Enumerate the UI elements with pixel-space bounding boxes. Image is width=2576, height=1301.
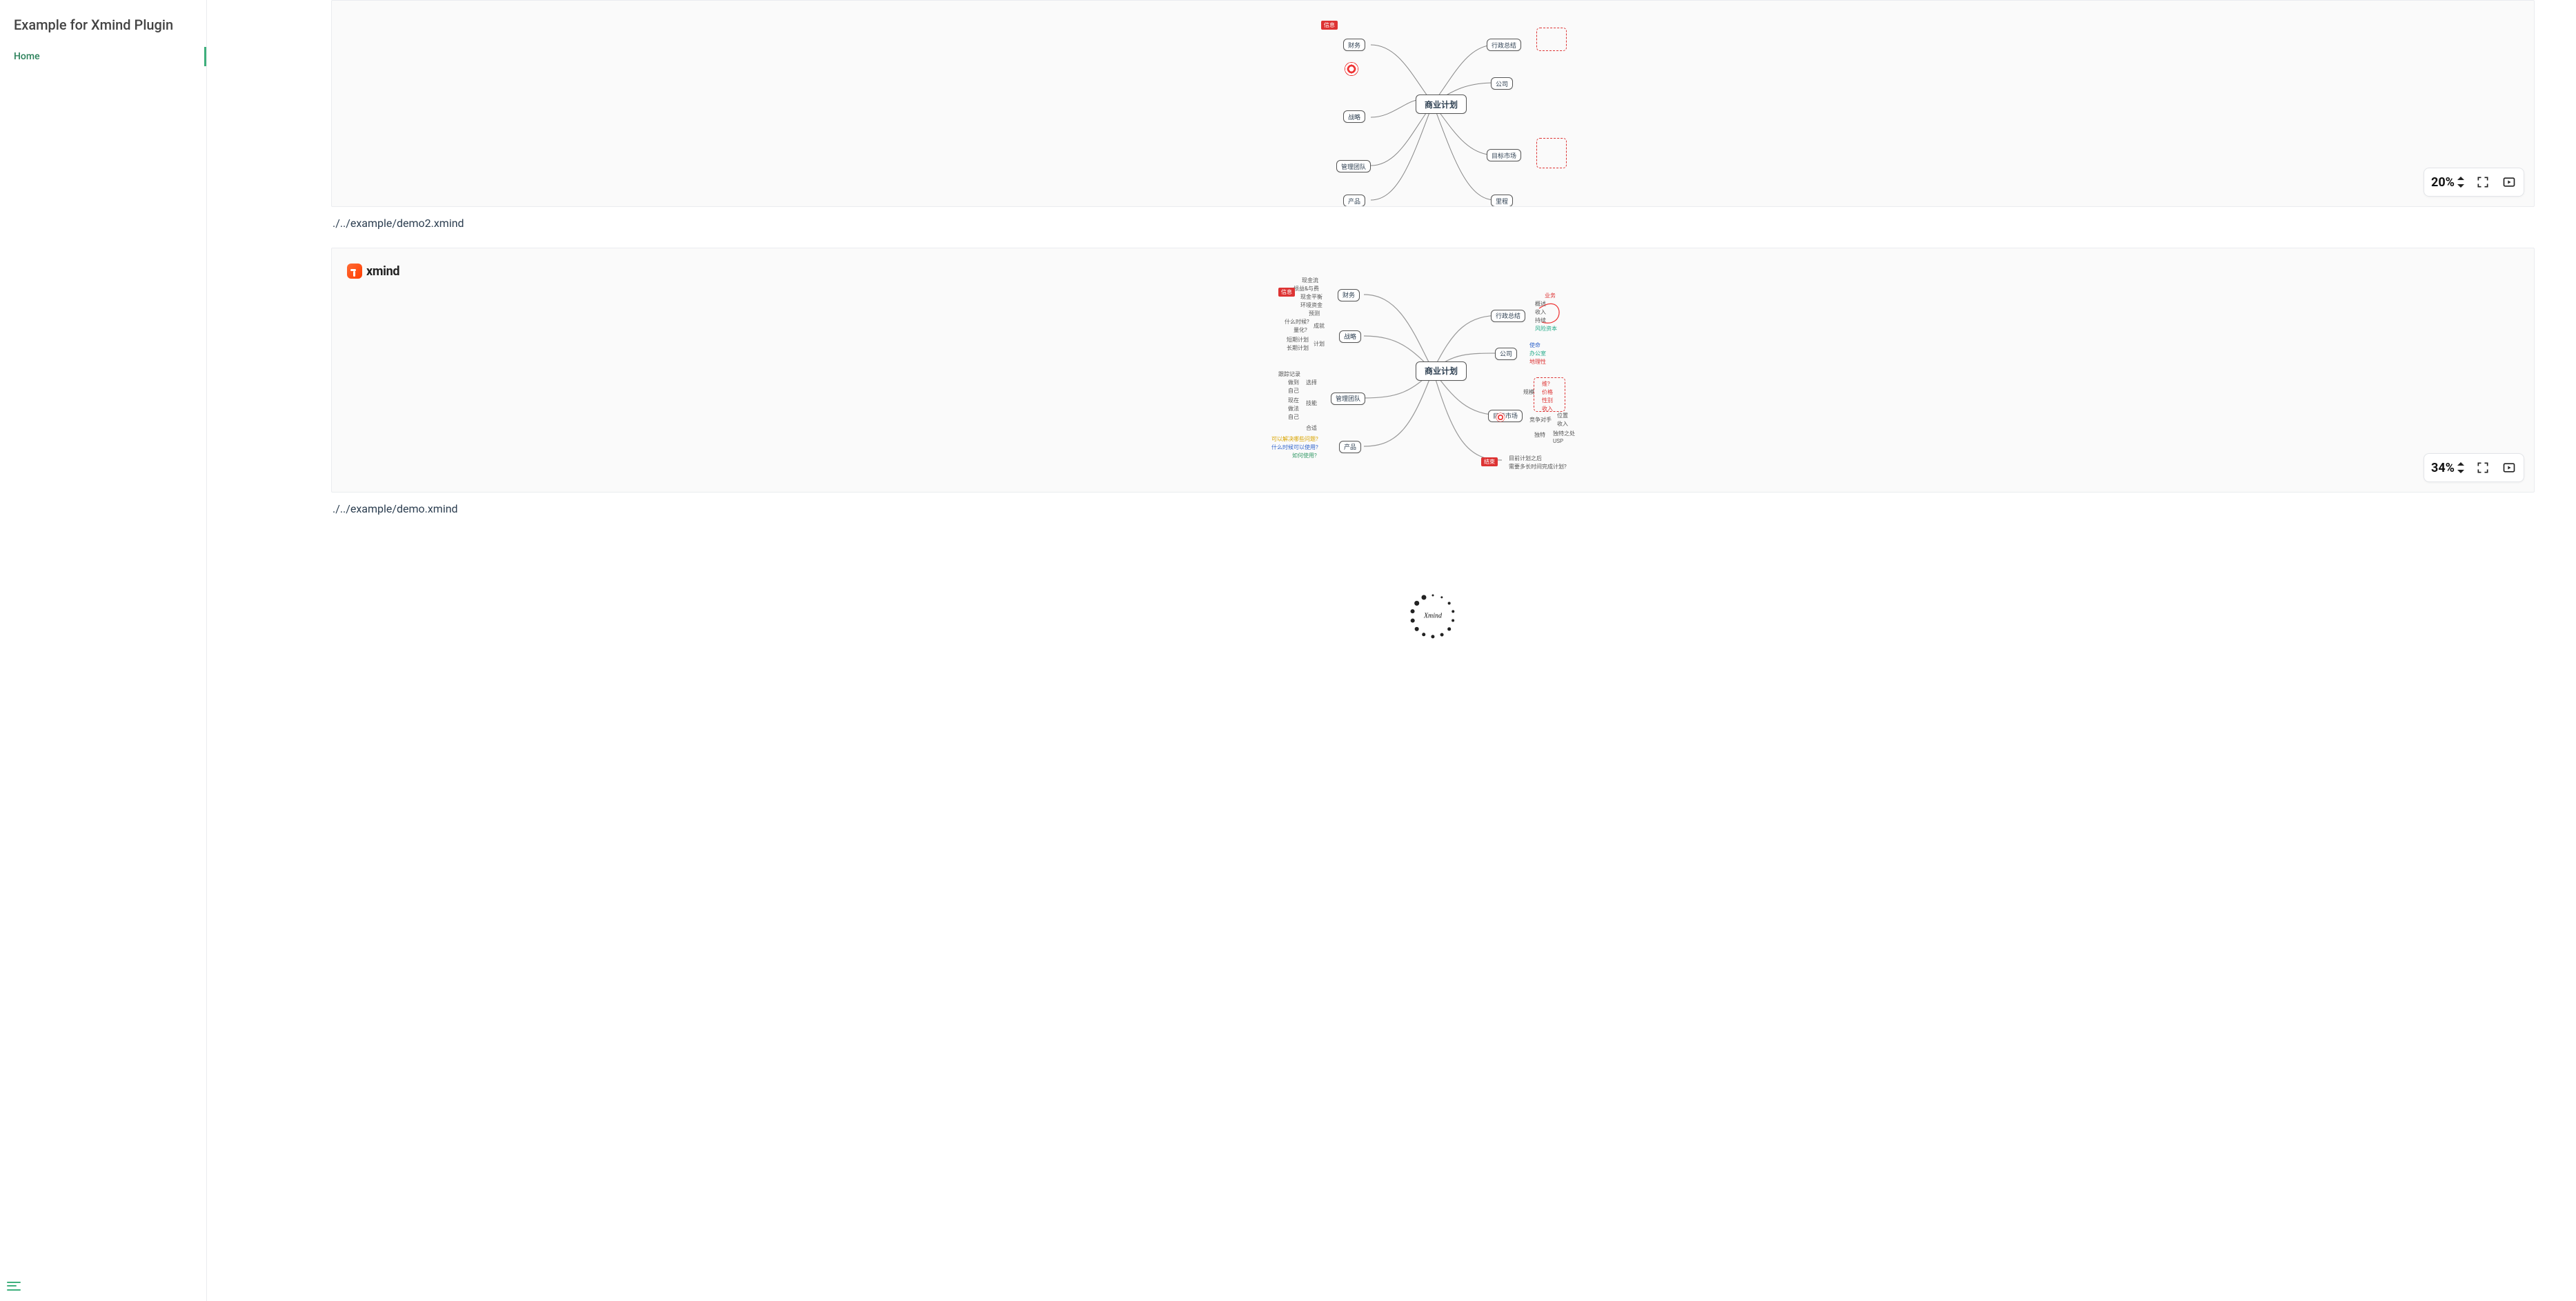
mindmap-root-node: 商业计划 xyxy=(1416,361,1467,381)
mindmap-leaf: 持续 xyxy=(1535,317,1546,324)
mindmap-root-node: 商业计划 xyxy=(1416,95,1467,114)
mindmap-leaf: 做到 xyxy=(1288,379,1299,386)
mindmap-leaf: 合适 xyxy=(1306,424,1317,432)
mindmap-node: 财务 xyxy=(1338,289,1360,301)
mindmap-leaf: 预测 xyxy=(1309,310,1320,317)
mindmap-node: 战略 xyxy=(1343,110,1365,123)
mindmap-node: 管理团队 xyxy=(1331,393,1365,405)
fullscreen-button[interactable] xyxy=(2475,175,2490,190)
mindmap-leaf: 现金流 xyxy=(1302,277,1318,284)
xmind-logo-text: xmind xyxy=(366,264,399,279)
mindmap-leaf: 收入 xyxy=(1557,420,1568,428)
mindmap-leaf: 竞争对手 xyxy=(1529,416,1552,424)
mindmap-leaf: 现金平衡 xyxy=(1300,293,1322,301)
zoom-control[interactable]: 34% xyxy=(2431,461,2464,475)
mindmap-leaf: 业务 xyxy=(1545,292,1556,299)
xmind-viewer-2[interactable]: xmind xyxy=(331,248,2535,493)
mindmap-leaf: 办公室 xyxy=(1529,350,1546,357)
mindmap-node: 管理团队 xyxy=(1336,160,1371,172)
mindmap-leaf: 收入 xyxy=(1535,308,1546,316)
chevron-updown-icon xyxy=(2457,177,2464,188)
viewer-toolbar: 20% xyxy=(2424,168,2524,197)
mindmap-node: 里程 xyxy=(1491,195,1513,206)
mindmap-leaf: 需要多长时间完成计划? xyxy=(1509,463,1567,470)
mindmap-leaf: 维? xyxy=(1542,380,1550,388)
chevron-updown-icon xyxy=(2457,462,2464,473)
mindmap-leaf: 计划 xyxy=(1314,340,1325,348)
mindmap-node: 产品 xyxy=(1343,195,1365,206)
mindmap-leaf: 损益&与费 xyxy=(1294,285,1319,292)
sidebar-item-home[interactable]: Home xyxy=(0,47,206,66)
mindmap-leaf: USP xyxy=(1553,438,1563,444)
viewer-caption: ./../example/demo.xmind xyxy=(333,502,2535,515)
mindmap-leaf: 规模 xyxy=(1523,388,1534,396)
xmind-viewer-loading: Xmind xyxy=(331,533,2535,699)
mindmap-node: 行政总结 xyxy=(1491,310,1525,322)
fullscreen-button[interactable] xyxy=(2475,460,2490,475)
target-icon xyxy=(1496,413,1505,421)
mindmap-tag: 信息 xyxy=(1278,288,1295,297)
viewer-toolbar: 34% xyxy=(2424,453,2524,482)
xmind-logo-icon xyxy=(347,264,362,279)
mindmap-leaf: 风险资本 xyxy=(1535,325,1557,332)
mindmap-node: 战略 xyxy=(1339,330,1361,343)
mindmap-dashed-box xyxy=(1536,138,1567,168)
mindmap-leaf: 性别 xyxy=(1542,397,1553,404)
mindmap-leaf: 概述 xyxy=(1535,300,1546,308)
viewer-caption: ./../example/demo2.xmind xyxy=(333,217,2535,230)
mindmap-leaf: 成就 xyxy=(1314,322,1325,330)
mindmap-leaf: 价格 xyxy=(1542,388,1553,396)
xmind-brand: xmind xyxy=(347,264,399,279)
mindmap-leaf: 短期计划 xyxy=(1287,336,1309,344)
mindmap-leaf: 使命 xyxy=(1529,341,1540,349)
mindmap-leaf: 可以解决哪些问题? xyxy=(1271,435,1318,443)
mindmap-leaf: 什么时候可以使用? xyxy=(1271,444,1318,451)
page-title: Example for Xmind Plugin xyxy=(0,17,206,47)
presentation-button[interactable] xyxy=(2501,175,2517,190)
mindmap-node: 公司 xyxy=(1491,77,1513,90)
mindmap-leaf: 跟踪记录 xyxy=(1278,370,1300,378)
mindmap-node: 目标市场 xyxy=(1487,149,1521,161)
loading-label: Xmind xyxy=(1424,613,1442,620)
mindmap-leaf: 自己 xyxy=(1288,413,1299,421)
mindmap-leaf: 独特之处 xyxy=(1553,430,1575,437)
mindmap-tag: 信息 xyxy=(1321,21,1338,30)
mindmap-dashed-box xyxy=(1536,28,1567,51)
mindmap-leaf: 收入 xyxy=(1542,405,1553,413)
main-content: 商业计划 财务 战略 管理团队 产品 行政总结 公司 目标市场 里程 信息 xyxy=(207,0,2576,1301)
mindmap-leaf: 技能 xyxy=(1306,399,1317,407)
mindmap-leaf: 长期计划 xyxy=(1287,344,1309,352)
mindmap-leaf: 现在 xyxy=(1288,397,1299,404)
mindmap-node: 行政总结 xyxy=(1487,39,1521,51)
mindmap-leaf: 目前计划之后 xyxy=(1509,455,1542,462)
loading-spinner: Xmind xyxy=(1408,591,1458,641)
mindmap-leaf: 地理性 xyxy=(1529,358,1546,366)
mindmap-leaf: 什么时候? xyxy=(1285,318,1309,326)
mindmap-leaf: 量化? xyxy=(1294,326,1307,334)
mindmap-leaf: 独特 xyxy=(1534,431,1545,439)
presentation-button[interactable] xyxy=(2501,460,2517,475)
target-icon xyxy=(1345,62,1358,76)
xmind-viewer-1[interactable]: 商业计划 财务 战略 管理团队 产品 行政总结 公司 目标市场 里程 信息 xyxy=(331,0,2535,207)
mindmap-leaf: 环境资金 xyxy=(1300,301,1322,309)
mindmap-tag: 结束 xyxy=(1481,457,1498,466)
hamburger-icon[interactable] xyxy=(7,1279,21,1293)
mindmap-leaf: 选择 xyxy=(1306,379,1317,386)
sidebar-nav: Home xyxy=(0,47,206,66)
mindmap-leaf: 自己 xyxy=(1288,387,1299,395)
mindmap-leaf: 位置 xyxy=(1557,412,1568,419)
mindmap-leaf: 如何使用? xyxy=(1292,452,1317,459)
mindmap-node: 产品 xyxy=(1339,441,1361,453)
zoom-value: 34% xyxy=(2431,461,2455,475)
zoom-value: 20% xyxy=(2431,175,2455,190)
mindmap-leaf: 做法 xyxy=(1288,405,1299,413)
mindmap-node: 公司 xyxy=(1495,348,1517,360)
zoom-control[interactable]: 20% xyxy=(2431,175,2464,190)
mindmap-node: 财务 xyxy=(1343,39,1365,51)
mindmap-node: 目标市场 xyxy=(1488,410,1523,422)
